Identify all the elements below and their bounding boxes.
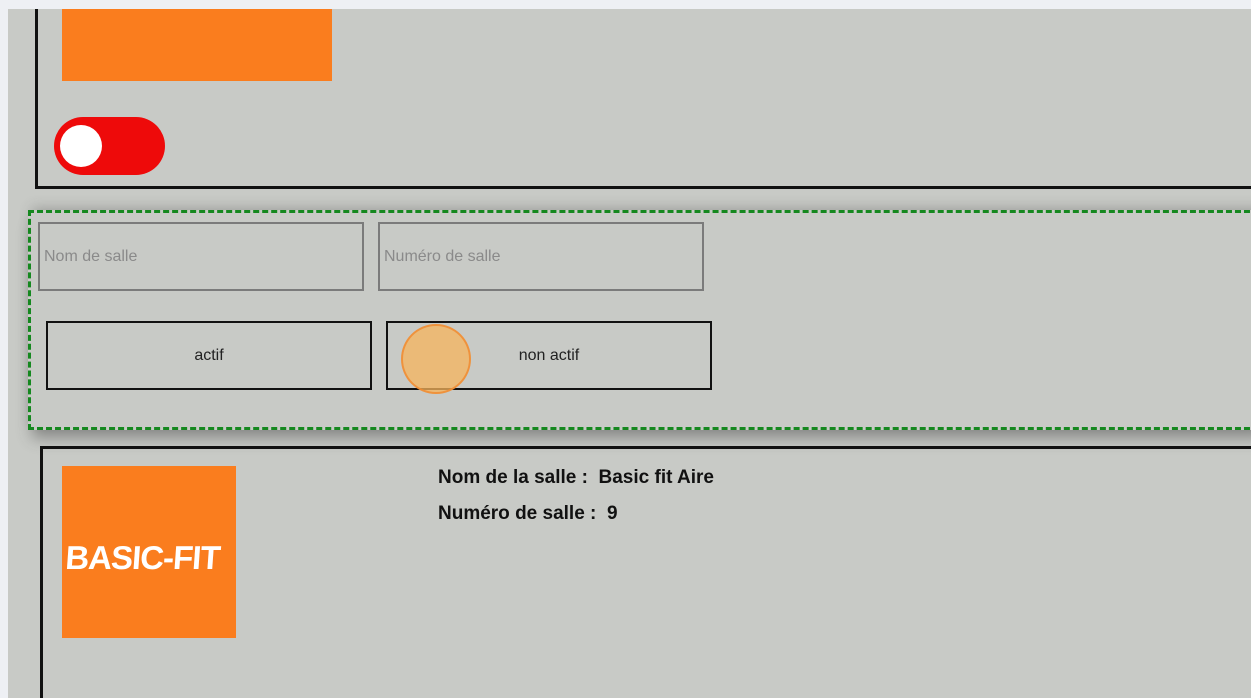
basic-fit-logo: BASIC-FIT	[62, 466, 236, 638]
orange-banner	[62, 9, 332, 81]
logo-text: BASIC-FIT	[64, 540, 222, 577]
room-name-value: Basic fit Aire	[598, 467, 714, 488]
toggle-knob[interactable]	[60, 125, 102, 167]
room-name-label: Nom de la salle :	[438, 467, 588, 488]
inactive-button[interactable]: non actif	[386, 321, 712, 390]
status-toggle[interactable]	[54, 117, 165, 175]
logo-graphic: BASIC-FIT	[64, 540, 222, 577]
room-number-value: 9	[606, 503, 618, 524]
room-number-input[interactable]	[378, 222, 704, 291]
room-name-line: Nom de la salle : Basic fit Aire	[438, 467, 714, 489]
active-button[interactable]: actif	[46, 321, 372, 390]
room-number-label: Numéro de salle :	[438, 503, 597, 524]
room-name-input[interactable]	[38, 222, 364, 291]
page-canvas: actif non actif BASIC-FIT Nom de la sall…	[8, 9, 1251, 698]
room-number-line: Numéro de salle : 9	[438, 503, 618, 525]
